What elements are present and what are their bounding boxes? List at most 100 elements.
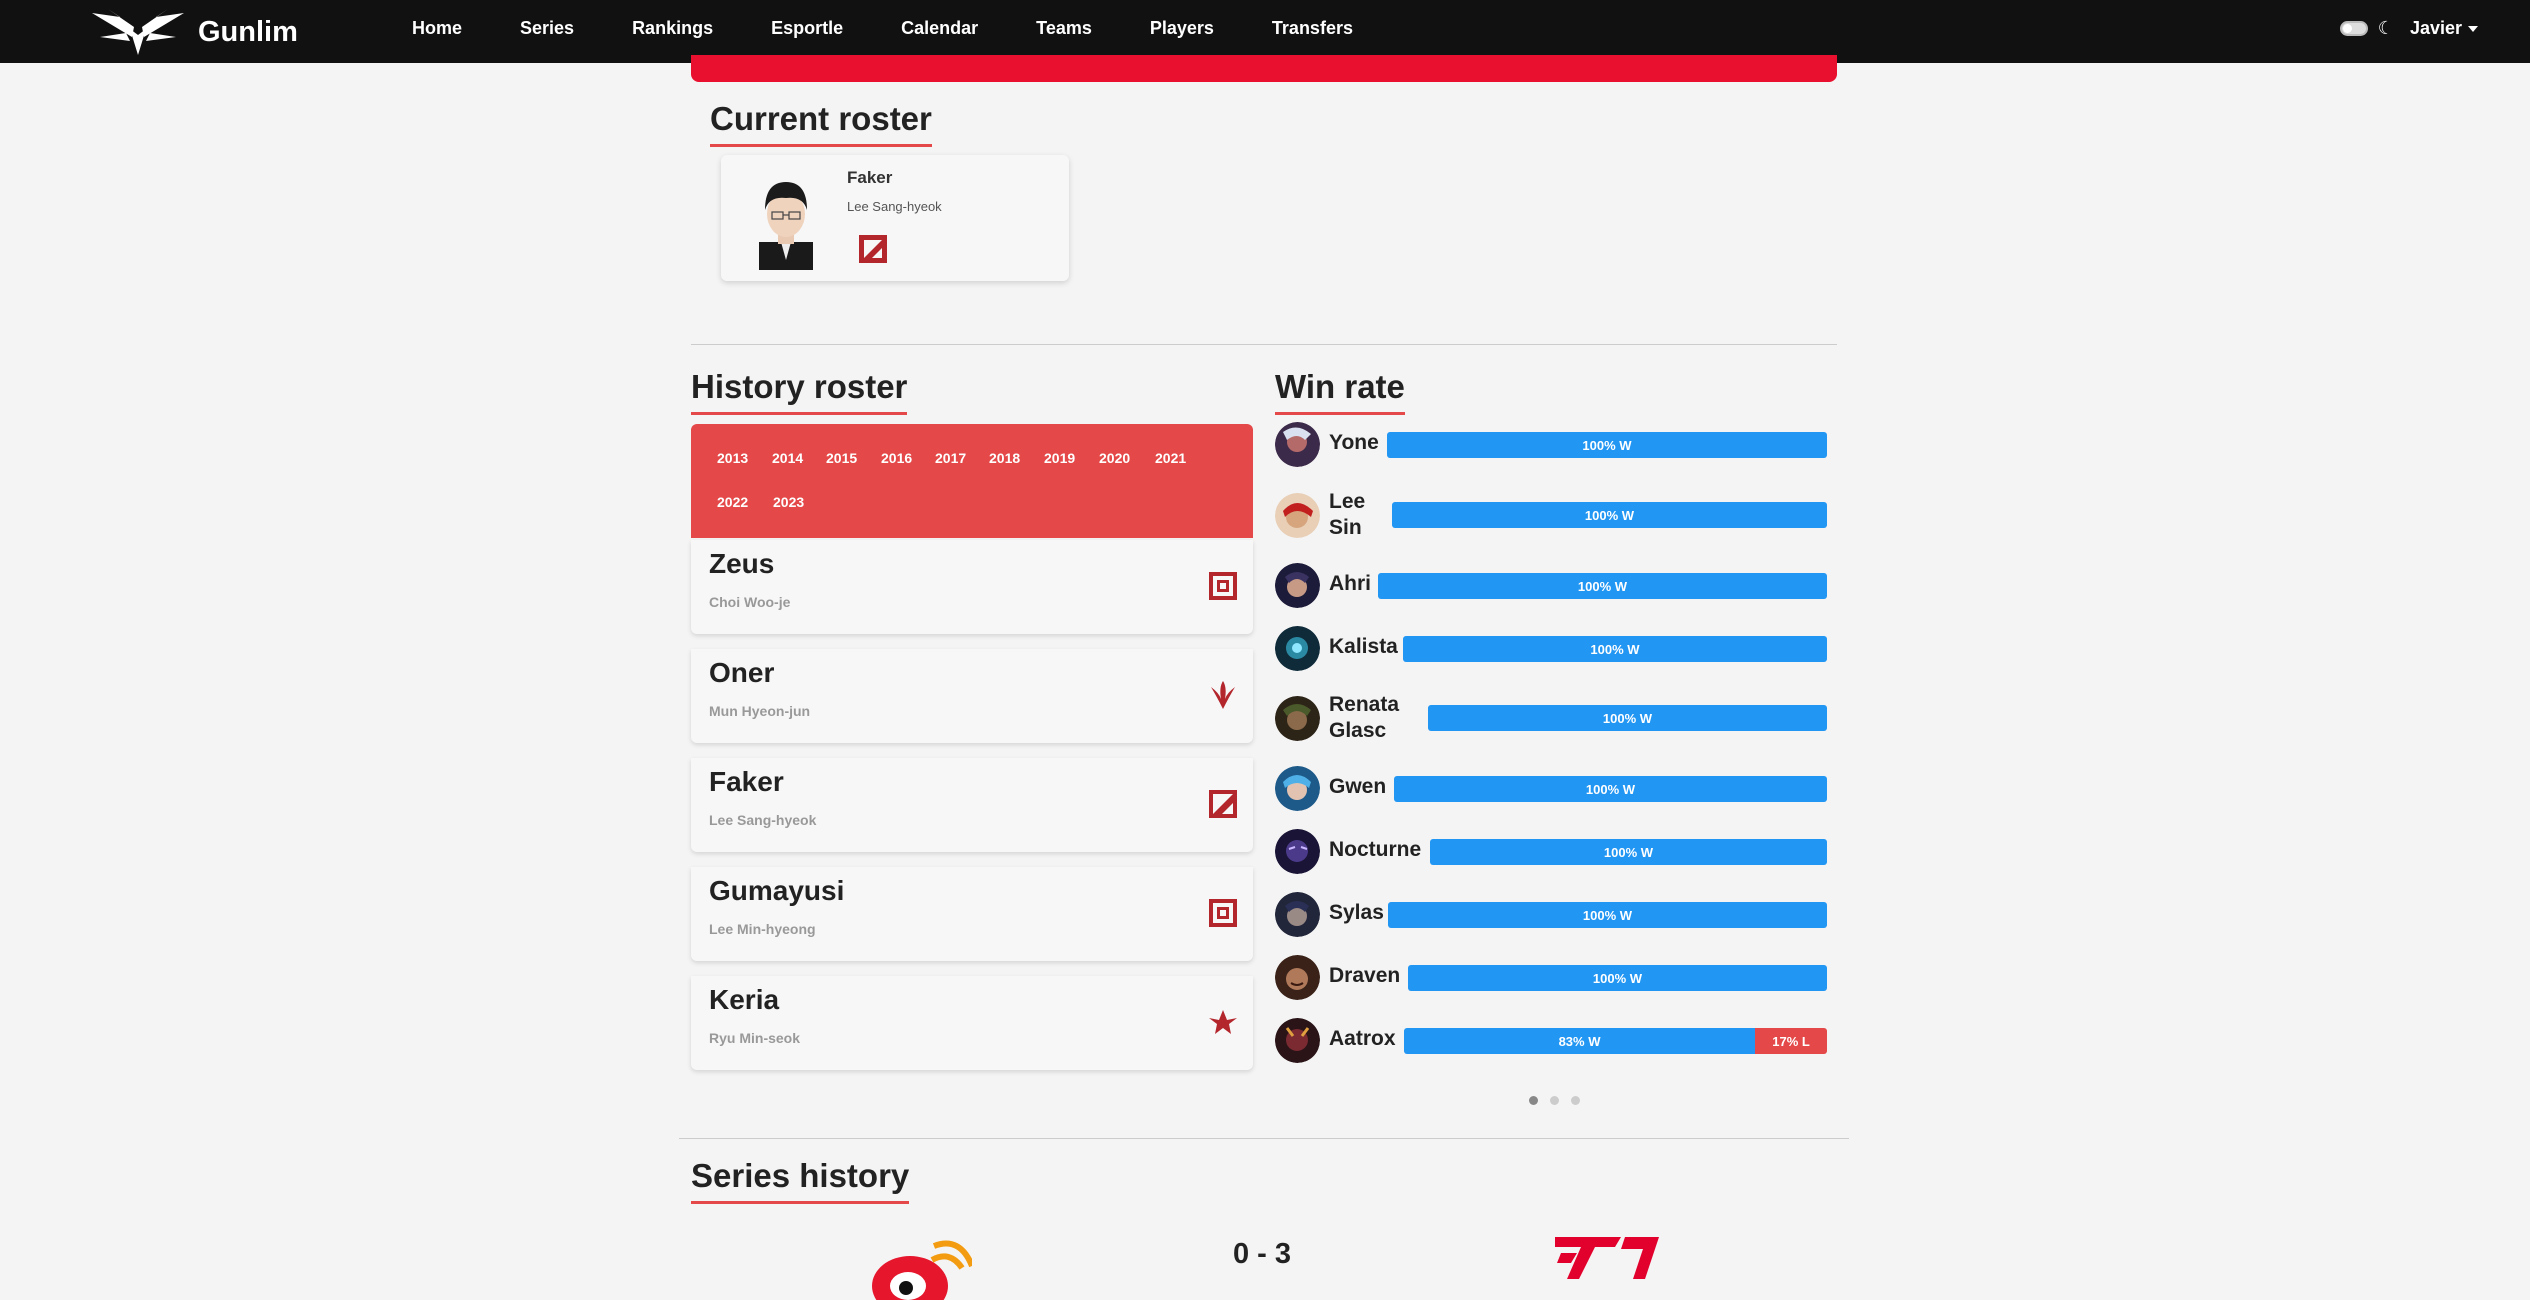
champion-name: Lee Sin: [1329, 489, 1365, 541]
win-segment: 100% W: [1403, 636, 1827, 662]
player-name: Mun Hyeon-jun: [709, 703, 811, 719]
win-rate-bar: 100% W: [1388, 902, 1827, 928]
champion-name: Ahri: [1329, 571, 1371, 597]
caret-down-icon: [2468, 25, 2478, 32]
current-player-name: Lee Sang-hyeok: [847, 199, 942, 214]
player-photo: [759, 182, 813, 270]
champion-name-line: Gwen: [1329, 775, 1387, 798]
player-nick: Oner: [709, 657, 775, 688]
win-segment: 100% W: [1430, 839, 1827, 865]
year-2016[interactable]: 2016: [881, 450, 912, 466]
win-segment: 83% W: [1404, 1028, 1756, 1054]
champion-name: Renata Glasc: [1329, 692, 1399, 744]
champion-name-line: Renata: [1329, 693, 1400, 716]
win-segment: 100% W: [1408, 965, 1827, 991]
champion-name-line: Draven: [1329, 964, 1401, 987]
year-2019[interactable]: 2019: [1044, 450, 1075, 466]
year-selector: 2013 2014 2015 2016 2017 2018 2019 2020 …: [691, 424, 1253, 538]
weibo-gaming-icon[interactable]: [872, 1238, 972, 1300]
player-nick: Zeus: [709, 548, 775, 579]
loss-segment: 17% L: [1755, 1028, 1827, 1054]
win-rate-bar: 100% W: [1392, 502, 1827, 528]
champion-name-line: Glasc: [1329, 719, 1387, 742]
champion-avatar: [1275, 626, 1320, 671]
player-nick: Keria: [709, 984, 780, 1015]
nav-series[interactable]: Series: [520, 18, 574, 39]
user-name: Javier: [2409, 17, 2462, 38]
player-nick: Gumayusi: [709, 875, 845, 906]
brand[interactable]: Gunlim: [90, 4, 298, 60]
win-rate-bar: 100% W: [1378, 573, 1827, 599]
player-name: Lee Min-hyeong: [709, 921, 816, 937]
t1-icon: [1209, 790, 1237, 818]
champion-name: Yone: [1329, 430, 1379, 456]
nav-esportle[interactable]: Esportle: [771, 18, 843, 39]
win-rate-bar: 100% W: [1428, 705, 1827, 731]
player-name: Ryu Min-seok: [709, 1030, 801, 1046]
nav-calendar[interactable]: Calendar: [901, 18, 978, 39]
year-2013[interactable]: 2013: [717, 450, 748, 466]
win-rate-bar: 100% W: [1394, 776, 1827, 802]
theme-toggle[interactable]: [2339, 20, 2368, 36]
history-roster-title: History roster: [691, 368, 908, 415]
brand-name: Gunlim: [198, 15, 298, 48]
navbar: Gunlim Home Series Rankings Esportle Cal…: [0, 0, 2530, 63]
page-dot[interactable]: [1571, 1096, 1580, 1105]
nav-transfers[interactable]: Transfers: [1272, 18, 1353, 39]
champion-name-line: Nocturne: [1329, 838, 1422, 861]
series-score: 0 - 3: [1233, 1238, 1292, 1270]
series-history-title: Series history: [691, 1157, 910, 1204]
divider: [679, 1138, 1849, 1139]
win-segment: 100% W: [1428, 705, 1827, 731]
champion-name-line: Lee: [1329, 490, 1366, 513]
year-2021[interactable]: 2021: [1155, 450, 1186, 466]
champion-avatar: [1275, 696, 1320, 741]
history-player-card[interactable]: Keria Ryu Min-seok: [691, 976, 1253, 1070]
page-dot[interactable]: [1550, 1096, 1559, 1105]
champion-avatar: [1275, 422, 1320, 467]
win-segment: 100% W: [1387, 432, 1827, 458]
win-rate-bar: 100% W: [1403, 636, 1827, 662]
champion-name-line: Yone: [1329, 431, 1379, 454]
player-name: Choi Woo-je: [709, 594, 791, 610]
year-2023[interactable]: 2023: [773, 494, 804, 510]
nav-right: ☾ Javier: [2339, 0, 2478, 56]
year-2018[interactable]: 2018: [989, 450, 1020, 466]
user-menu[interactable]: Javier: [2410, 18, 2478, 39]
year-2014[interactable]: 2014: [772, 450, 803, 466]
champion-name-line: Ahri: [1329, 572, 1371, 595]
page-dot[interactable]: [1529, 1096, 1538, 1105]
champion-name: Nocturne: [1329, 837, 1421, 863]
divider: [691, 344, 1837, 345]
nav-rankings[interactable]: Rankings: [632, 18, 713, 39]
history-player-card[interactable]: Zeus Choi Woo-je: [691, 540, 1253, 634]
history-player-card[interactable]: Faker Lee Sang-hyeok: [691, 758, 1253, 852]
champion-name: Gwen: [1329, 774, 1386, 800]
win-segment: 100% W: [1378, 573, 1827, 599]
t1-icon: [1211, 681, 1235, 709]
nav-players[interactable]: Players: [1150, 18, 1214, 39]
win-segment: 100% W: [1392, 502, 1827, 528]
history-player-card[interactable]: Oner Mun Hyeon-jun: [691, 649, 1253, 743]
year-2020[interactable]: 2020: [1099, 450, 1130, 466]
champion-name: Draven: [1329, 963, 1400, 989]
player-nick: Faker: [709, 766, 784, 797]
champion-name-line: Sin: [1329, 516, 1362, 539]
win-rate-bar: 100% W: [1408, 965, 1827, 991]
win-rate-pagination: [1529, 1096, 1592, 1105]
hle-icon: [1209, 899, 1237, 927]
t1-icon: [1209, 1010, 1237, 1034]
current-roster-card[interactable]: Faker Lee Sang-hyeok: [721, 155, 1069, 281]
champion-avatar: [1275, 892, 1320, 937]
history-player-card[interactable]: Gumayusi Lee Min-hyeong: [691, 867, 1253, 961]
champion-name: Aatrox: [1329, 1026, 1396, 1052]
nav-teams[interactable]: Teams: [1036, 18, 1092, 39]
year-2017[interactable]: 2017: [935, 450, 966, 466]
nav-home[interactable]: Home: [412, 18, 462, 39]
t1-icon[interactable]: [1555, 1235, 1659, 1281]
year-2022[interactable]: 2022: [717, 494, 748, 510]
t1-icon: [859, 235, 887, 263]
year-2015[interactable]: 2015: [826, 450, 857, 466]
current-player-nick: Faker: [847, 168, 893, 187]
top-banner: [691, 55, 1837, 82]
